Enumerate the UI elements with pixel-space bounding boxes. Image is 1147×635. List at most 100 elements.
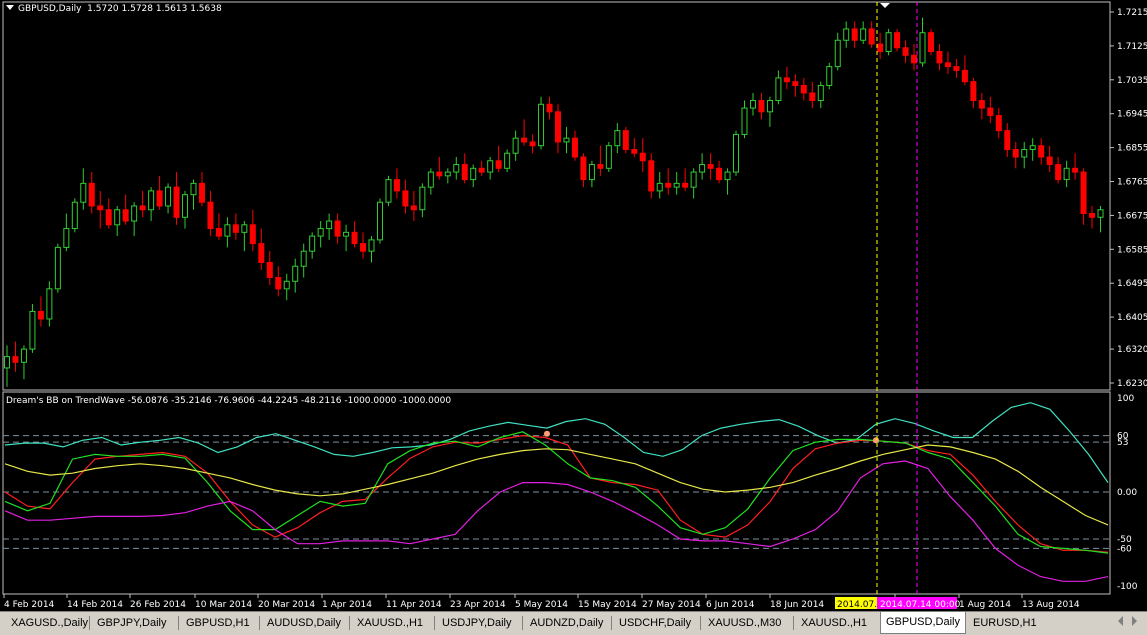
chart-tab[interactable]: GBPJPY,Daily (92, 614, 172, 632)
candle-body[interactable] (241, 224, 248, 233)
candle-body[interactable] (97, 205, 104, 211)
candle-body[interactable] (224, 224, 231, 237)
candle-body[interactable] (775, 77, 782, 102)
candle-body[interactable] (792, 81, 799, 86)
candle-body[interactable] (343, 231, 350, 237)
candle-body[interactable] (961, 69, 968, 83)
candle-body[interactable] (809, 92, 816, 102)
candle-body[interactable] (741, 107, 748, 135)
candle-body[interactable] (198, 182, 205, 203)
candle-body[interactable] (326, 220, 333, 230)
candle-body[interactable] (953, 66, 960, 71)
candle-body[interactable] (461, 164, 468, 181)
candle-body[interactable] (88, 182, 95, 207)
chart-tab[interactable]: GBPUSD,Daily (880, 612, 966, 634)
candle-body[interactable] (495, 160, 502, 169)
candle-body[interactable] (538, 103, 545, 147)
candle-body[interactable] (614, 130, 621, 147)
candle-body[interactable] (529, 141, 536, 147)
candle-body[interactable] (309, 235, 316, 252)
candle-body[interactable] (978, 100, 985, 109)
chart-tab[interactable]: EURUSD,H1 (968, 614, 1042, 632)
candle-body[interactable] (1080, 171, 1087, 215)
candle-body[interactable] (20, 348, 27, 363)
candle-body[interactable] (393, 179, 400, 192)
candle-body[interactable] (885, 32, 892, 53)
candle-body[interactable] (182, 194, 189, 218)
candle-body[interactable] (580, 156, 587, 181)
candle-body[interactable] (139, 205, 146, 211)
candle-body[interactable] (37, 310, 44, 320)
candle-body[interactable] (690, 171, 697, 188)
candle-body[interactable] (114, 209, 121, 226)
candle-body[interactable] (665, 182, 672, 188)
candle-body[interactable] (826, 66, 833, 86)
candle-body[interactable] (165, 186, 172, 207)
candle-body[interactable] (648, 160, 655, 192)
candle-body[interactable] (249, 224, 256, 245)
candle-body[interactable] (46, 288, 53, 320)
candle-body[interactable] (444, 171, 451, 177)
candle-body[interactable] (207, 201, 214, 230)
candle-body[interactable] (970, 81, 977, 102)
tab-scroll-right-icon[interactable] (1132, 616, 1137, 626)
candle-body[interactable] (131, 205, 138, 222)
candle-body[interactable] (360, 243, 367, 252)
candle-body[interactable] (275, 277, 282, 290)
candle-body[interactable] (4, 356, 10, 369)
candle-body[interactable] (504, 152, 511, 169)
candle-body[interactable] (919, 32, 926, 64)
candle-body[interactable] (1063, 167, 1070, 181)
candle-body[interactable] (817, 84, 824, 102)
chart-tab[interactable]: AUDUSD,Daily (262, 614, 346, 632)
candle-body[interactable] (487, 160, 494, 173)
candle-body[interactable] (292, 265, 299, 282)
candle-body[interactable] (232, 224, 239, 233)
chart-canvas[interactable]: 1.7215 1.7125 1.7035 1.6945 1.6855 1.6765 1.66… (0, 0, 1147, 611)
candle-body[interactable] (987, 107, 994, 117)
candle-body[interactable] (156, 190, 163, 207)
candle-body[interactable] (1072, 167, 1079, 173)
candle-body[interactable] (190, 182, 197, 196)
chart-tab[interactable]: XAUUSD.,M30 (703, 614, 786, 632)
candle-body[interactable] (436, 171, 443, 177)
candle-body[interactable] (1029, 145, 1036, 150)
candle-body[interactable] (639, 152, 646, 162)
candle-body[interactable] (1089, 213, 1096, 218)
candle-body[interactable] (588, 164, 595, 181)
candle-body[interactable] (995, 115, 1002, 132)
candle-body[interactable] (419, 186, 426, 211)
candle-body[interactable] (258, 243, 265, 263)
candle-body[interactable] (843, 28, 850, 41)
candle-body[interactable] (911, 54, 918, 64)
candle-body[interactable] (351, 231, 358, 245)
candle-body[interactable] (317, 228, 324, 237)
candle-body[interactable] (1097, 209, 1104, 218)
candle-body[interactable] (927, 32, 934, 53)
chart-tab[interactable]: GBPUSD,H1 (181, 614, 255, 632)
candle-body[interactable] (1012, 148, 1019, 158)
candle-body[interactable] (402, 190, 409, 207)
candle-body[interactable] (894, 32, 901, 49)
candle-body[interactable] (478, 167, 485, 173)
candle-body[interactable] (12, 356, 19, 363)
candle-body[interactable] (105, 209, 112, 226)
candle-body[interactable] (410, 205, 417, 211)
candle-body[interactable] (63, 228, 70, 248)
candle-body[interactable] (597, 164, 604, 169)
candle-body[interactable] (902, 47, 909, 56)
candle-body[interactable] (707, 164, 714, 169)
candle-body[interactable] (1055, 164, 1062, 181)
candle-body[interactable] (300, 250, 307, 267)
candle-body[interactable] (733, 133, 740, 173)
candle-body[interactable] (605, 145, 612, 169)
chart-tab[interactable]: USDJPY,Daily (437, 614, 517, 632)
candle-body[interactable] (512, 137, 519, 154)
candle-body[interactable] (682, 182, 689, 188)
candle-body[interactable] (834, 39, 841, 68)
candle-body[interactable] (944, 62, 951, 68)
candle-body[interactable] (758, 100, 765, 113)
candle-body[interactable] (1046, 156, 1053, 166)
candle-body[interactable] (877, 43, 884, 53)
candle-body[interactable] (266, 261, 273, 279)
